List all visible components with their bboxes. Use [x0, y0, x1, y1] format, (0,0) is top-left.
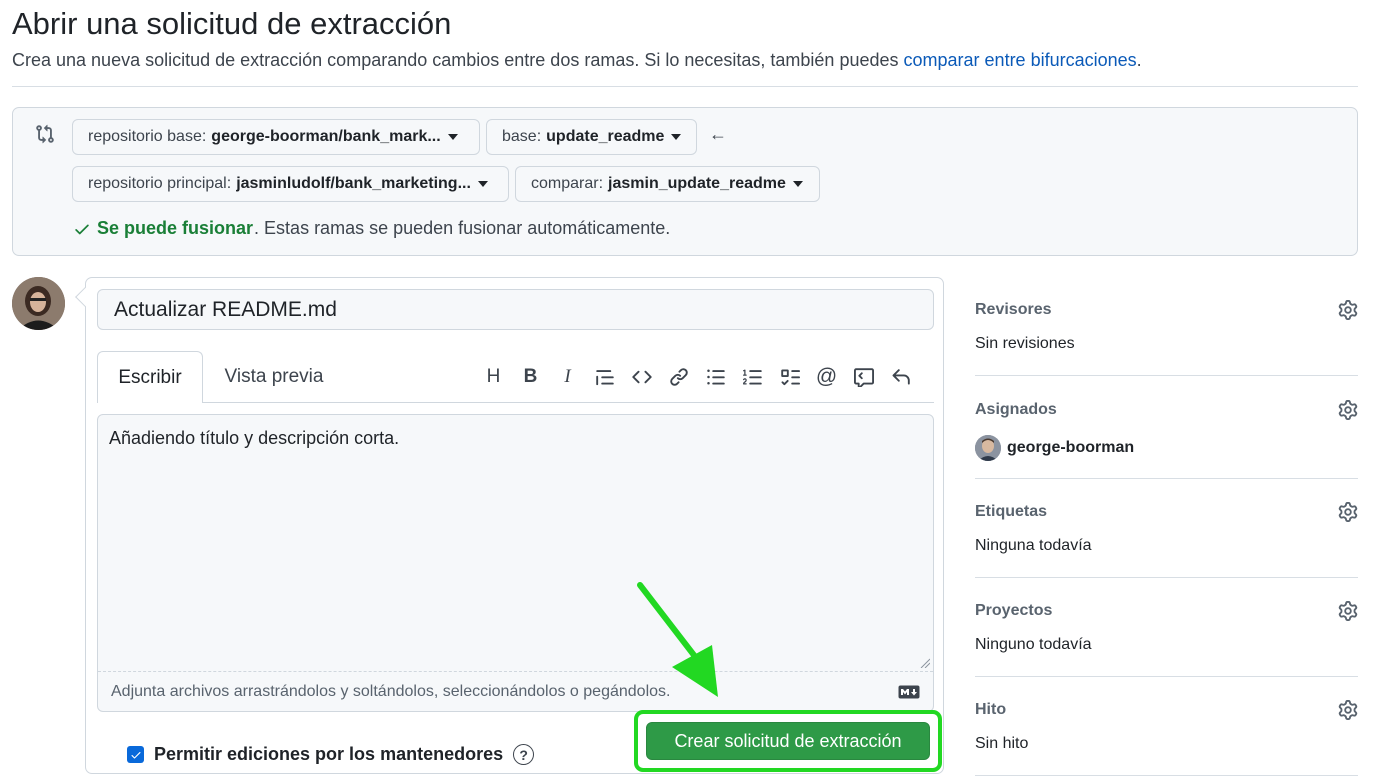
- milestone-heading[interactable]: Hito: [975, 701, 1006, 719]
- heading-icon[interactable]: H: [475, 364, 512, 390]
- assignee-name: george-boorman: [1007, 439, 1135, 456]
- sidebar-divider: [975, 676, 1358, 677]
- code-icon[interactable]: [623, 364, 660, 390]
- allow-edits-checkbox[interactable]: [127, 746, 144, 763]
- link-icon[interactable]: [660, 364, 697, 390]
- markdown-icon: [898, 685, 920, 699]
- head-repo-value: jasminludolf/bank_marketing...: [236, 175, 471, 192]
- compare-branch-label: comparar:: [531, 175, 604, 192]
- gear-icon[interactable]: [1338, 601, 1358, 621]
- gear-icon[interactable]: [1338, 300, 1358, 320]
- tab-preview[interactable]: Vista previa: [203, 351, 345, 403]
- unordered-list-icon[interactable]: [697, 364, 734, 390]
- header-divider: [12, 86, 1358, 87]
- assignee-item[interactable]: george-boorman: [975, 435, 1134, 461]
- quote-icon[interactable]: [586, 364, 623, 390]
- markdown-toolbar: H B I @: [475, 364, 919, 390]
- labels-heading[interactable]: Etiquetas: [975, 503, 1047, 521]
- head-repo-select[interactable]: repositorio principal: jasminludolf/bank…: [72, 166, 509, 202]
- head-repo-label: repositorio principal:: [88, 175, 232, 192]
- compare-forks-link[interactable]: comparar entre bifurcaciones: [904, 50, 1137, 70]
- attach-divider: [98, 671, 933, 672]
- projects-value: Ninguno todavía: [975, 636, 1092, 653]
- base-repo-label: repositorio base:: [88, 128, 207, 145]
- caret-down-icon: [792, 181, 803, 187]
- base-branch-label: base:: [502, 128, 542, 145]
- merge-status-bold: Se puede fusionar: [97, 218, 254, 238]
- check-icon: [75, 224, 89, 234]
- compare-branch-value: jasmin_update_readme: [608, 175, 786, 192]
- sidebar-divider: [975, 375, 1358, 376]
- tabs-divider: [97, 402, 934, 403]
- sidebar-divider: [975, 577, 1358, 578]
- attach-hint[interactable]: Adjunta archivos arrastrándolos y soltán…: [111, 683, 670, 701]
- resize-grip-icon[interactable]: [920, 658, 930, 668]
- milestone-value: Sin hito: [975, 735, 1029, 752]
- arrow-left-icon: ←: [709, 124, 727, 144]
- title-input[interactable]: [97, 289, 934, 330]
- create-button-highlight: Crear solicitud de extracción: [634, 710, 942, 772]
- sidebar-divider: [975, 478, 1358, 479]
- allow-edits-label: Permitir ediciones por los mantenedores: [154, 744, 504, 764]
- task-list-icon[interactable]: [771, 364, 808, 390]
- green-arrow-icon: [637, 582, 718, 697]
- base-repo-select[interactable]: repositorio base: george-boorman/bank_ma…: [72, 119, 480, 155]
- avatar: [12, 277, 65, 330]
- reference-icon[interactable]: [845, 364, 882, 390]
- compare-panel: repositorio base: george-boorman/bank_ma…: [12, 107, 1358, 256]
- page-subtitle: Crea una nueva solicitud de extracción c…: [12, 50, 1142, 71]
- projects-heading[interactable]: Proyectos: [975, 602, 1052, 620]
- base-repo-value: george-boorman/bank_mark...: [211, 128, 441, 145]
- pull-request-form: Escribir Vista previa H B I @: [85, 277, 944, 774]
- undo-icon[interactable]: [882, 364, 919, 390]
- avatar: [975, 435, 1001, 461]
- reviewers-heading[interactable]: Revisores: [975, 301, 1052, 319]
- compare-branch-select[interactable]: comparar: jasmin_update_readme: [515, 166, 820, 202]
- subtitle-end: .: [1136, 50, 1142, 70]
- caret-down-icon: [447, 134, 458, 140]
- assignees-heading[interactable]: Asignados: [975, 401, 1057, 419]
- question-icon[interactable]: ?: [513, 744, 535, 765]
- ordered-list-icon[interactable]: [734, 364, 771, 390]
- merge-status: Se puede fusionar . Estas ramas se puede…: [73, 218, 670, 239]
- labels-value: Ninguna todavía: [975, 537, 1092, 554]
- tab-write[interactable]: Escribir: [97, 351, 203, 403]
- base-branch-value: update_readme: [546, 128, 665, 145]
- bold-icon[interactable]: B: [512, 364, 549, 390]
- mention-icon[interactable]: @: [808, 364, 845, 390]
- caret-down-icon: [671, 134, 682, 140]
- gear-icon[interactable]: [1338, 502, 1358, 522]
- gear-icon[interactable]: [1338, 700, 1358, 720]
- git-compare-icon: [36, 124, 54, 144]
- page-title: Abrir una solicitud de extracción: [12, 6, 452, 41]
- italic-icon[interactable]: I: [549, 364, 586, 390]
- subtitle-text: Crea una nueva solicitud de extracción c…: [12, 50, 899, 70]
- merge-status-text: . Estas ramas se pueden fusionar automát…: [254, 218, 671, 238]
- caret-down-icon: [477, 181, 488, 187]
- reviewers-value: Sin revisiones: [975, 335, 1075, 352]
- create-pull-request-button[interactable]: Crear solicitud de extracción: [646, 722, 930, 760]
- body-text[interactable]: Añadiendo título y descripción corta.: [109, 428, 399, 449]
- sidebar-divider: [975, 775, 1358, 776]
- body-editor[interactable]: Añadiendo título y descripción corta. Ad…: [97, 414, 934, 712]
- allow-edits-row[interactable]: Permitir ediciones por los mantenedores …: [127, 744, 535, 765]
- gear-icon[interactable]: [1338, 400, 1358, 420]
- base-branch-select[interactable]: base: update_readme: [486, 119, 697, 155]
